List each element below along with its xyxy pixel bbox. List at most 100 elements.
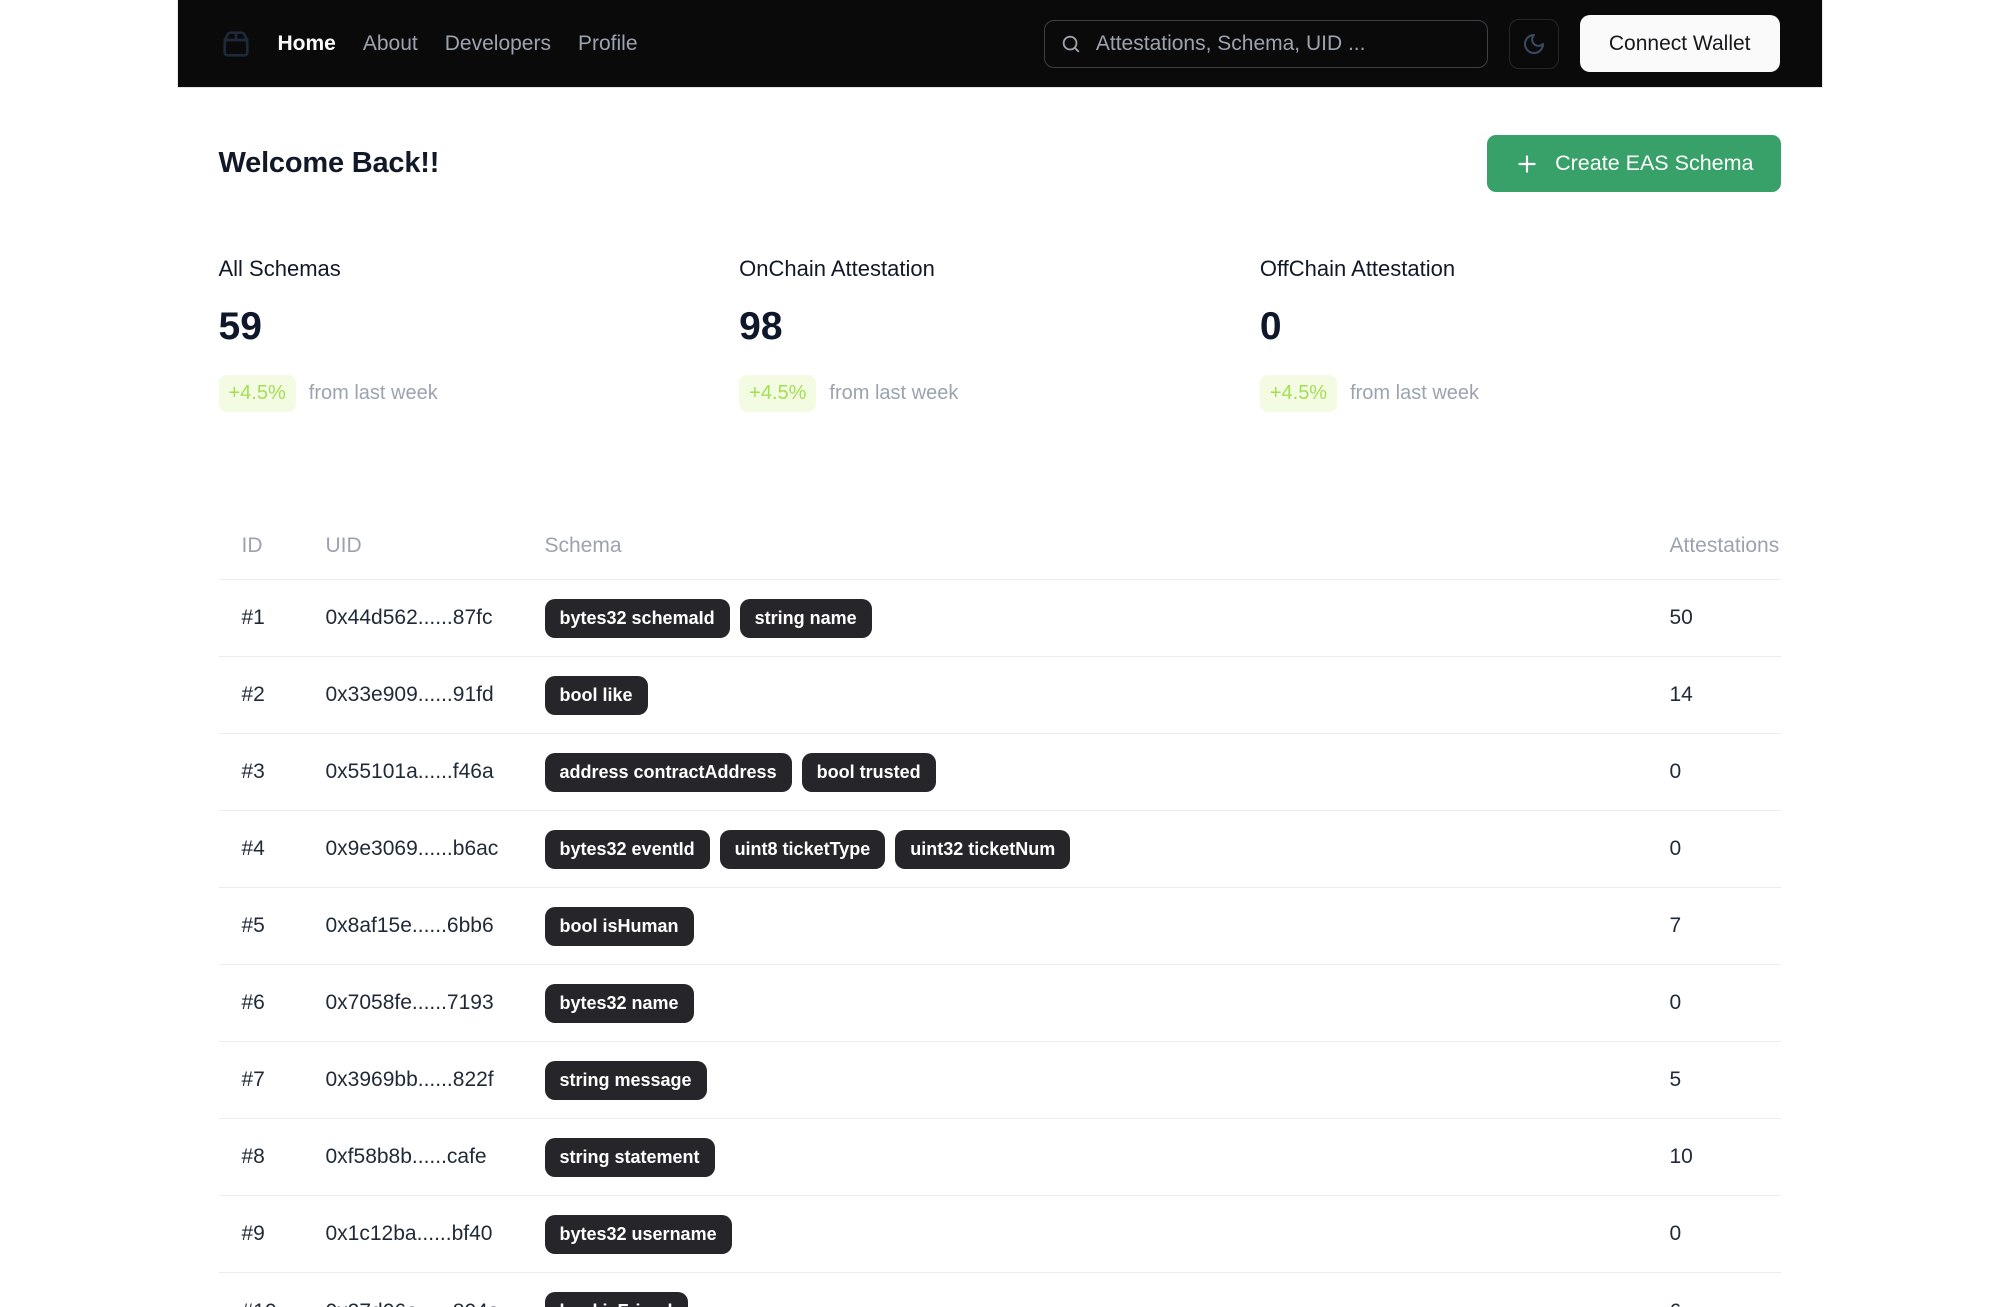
cell-schema: bytes32 username bbox=[544, 1214, 1670, 1254]
cell-schema: string message bbox=[544, 1060, 1670, 1100]
search-input[interactable] bbox=[1093, 30, 1472, 57]
cell-uid: 0x7058fe......7193 bbox=[325, 991, 494, 1014]
cell-attestations: 0 bbox=[1669, 991, 1682, 1014]
cell-id: #3 bbox=[241, 760, 265, 783]
schema-field-pill: bytes32 eventId bbox=[544, 829, 710, 869]
cell-attestations: 5 bbox=[1669, 1068, 1682, 1091]
column-header-uid: UID bbox=[325, 534, 362, 557]
theme-toggle-button[interactable] bbox=[1508, 18, 1559, 69]
stat-value: 98 bbox=[739, 305, 783, 348]
table-row[interactable]: #5 0x8af15e......6bb6 bool isHuman 7 bbox=[218, 888, 1781, 965]
nav-link-home[interactable]: Home bbox=[278, 32, 336, 56]
schema-field-pill: bytes32 name bbox=[544, 983, 694, 1023]
cell-schema: bytes32 name bbox=[544, 983, 1670, 1023]
navbar: Home About Developers Profile Connect Walle… bbox=[176, 0, 1823, 88]
nav-link-about[interactable]: About bbox=[363, 32, 418, 56]
cell-id: #1 bbox=[241, 606, 265, 629]
table-row[interactable]: #1 0x44d562......87fc bytes32 schemaId st… bbox=[218, 580, 1781, 657]
table-header-row: ID UID Schema Attestations bbox=[218, 534, 1781, 580]
schema-field-pill: uint32 ticketNum bbox=[895, 829, 1071, 869]
table-row[interactable]: #2 0x33e909......91fd bool like 14 bbox=[218, 657, 1781, 734]
search-icon bbox=[1062, 35, 1080, 52]
stat-card: OffChain Attestation 0 +4.5% from last w… bbox=[1259, 256, 1781, 412]
package-icon bbox=[220, 28, 252, 60]
nav-right: Connect Wallet bbox=[1043, 15, 1780, 72]
schema-field-pill: bool like bbox=[544, 675, 648, 715]
connect-wallet-button[interactable]: Connect Wallet bbox=[1579, 15, 1780, 72]
cell-id: #10 bbox=[242, 1300, 326, 1307]
table-row[interactable]: #3 0x55101a......f46a address contractAd… bbox=[218, 734, 1781, 811]
stat-delta-note: from last week bbox=[308, 382, 438, 404]
cell-id: #6 bbox=[241, 991, 265, 1014]
stat-delta-note: from last week bbox=[1350, 382, 1480, 404]
create-eas-schema-button[interactable]: Create EAS Schema bbox=[1487, 135, 1781, 192]
cell-schema: bool like bbox=[544, 675, 1670, 715]
stat-value: 59 bbox=[218, 305, 262, 348]
cell-id: #4 bbox=[241, 837, 265, 860]
page-title: Welcome Back!! bbox=[218, 147, 440, 179]
schema-field-pill: string message bbox=[544, 1060, 707, 1100]
cell-attestations: 0 bbox=[1669, 1222, 1682, 1245]
column-header-id: ID bbox=[241, 534, 263, 557]
cell-attestations: 0 bbox=[1669, 837, 1682, 860]
cell-id: #5 bbox=[241, 914, 265, 937]
cell-uid: 0x9e3069......b6ac bbox=[325, 837, 499, 860]
schema-field-pill: bytes32 username bbox=[544, 1214, 732, 1254]
table-row[interactable]: #9 0x1c12ba......bf40 bytes32 username 0 bbox=[218, 1196, 1781, 1273]
schema-field-pill: address contractAddress bbox=[544, 752, 792, 792]
stat-delta-note: from last week bbox=[829, 382, 959, 404]
stat-delta-row: +4.5% from last week bbox=[739, 375, 1260, 412]
nav-links: Home About Developers Profile bbox=[278, 32, 638, 56]
stat-delta-row: +4.5% from last week bbox=[1259, 375, 1781, 412]
cell-uid: 0x33e909......91fd bbox=[325, 683, 494, 706]
stat-delta-row: +4.5% from last week bbox=[218, 375, 740, 412]
stat-delta-badge: +4.5% bbox=[1259, 375, 1338, 412]
cell-id: #8 bbox=[241, 1145, 265, 1168]
cell-attestations: 14 bbox=[1669, 683, 1693, 706]
app-container: Home About Developers Profile Connect Walle… bbox=[176, 0, 1823, 1307]
table-row[interactable]: #6 0x7058fe......7193 bytes32 name 0 bbox=[218, 965, 1781, 1042]
nav-link-profile[interactable]: Profile bbox=[578, 32, 638, 56]
stat-card: All Schemas 59 +4.5% from last week bbox=[218, 256, 740, 412]
cell-uid: 0x55101a......f46a bbox=[325, 760, 494, 783]
table-row[interactable]: #8 0xf58b8b......cafe string statement 1… bbox=[218, 1119, 1781, 1196]
column-header-attestations: Attestations bbox=[1669, 534, 1780, 557]
plus-icon bbox=[1518, 154, 1536, 173]
cell-schema: bytes32 eventId uint8 ticketType uint32 ti… bbox=[544, 829, 1670, 869]
page-header: Welcome Back!! Create EAS Schema bbox=[219, 135, 1781, 192]
cell-schema: bytes32 schemaId string name bbox=[544, 598, 1670, 638]
schema-field-pill: bool isHuman bbox=[544, 906, 694, 946]
cell-schema: address contractAddress bool trusted bbox=[544, 752, 1670, 792]
table-body: #1 0x44d562......87fc bytes32 schemaId st… bbox=[218, 580, 1781, 1307]
search-box[interactable] bbox=[1043, 19, 1488, 68]
schema-table: ID UID Schema Attestations #1 0x44d562..… bbox=[218, 534, 1781, 1307]
stat-delta-badge: +4.5% bbox=[218, 375, 296, 412]
cell-id: #7 bbox=[241, 1068, 265, 1091]
stat-label: All Schemas bbox=[218, 256, 341, 281]
stats-grid: All Schemas 59 +4.5% from last week OnCh… bbox=[218, 256, 1781, 412]
stat-card: OnChain Attestation 98 +4.5% from last w… bbox=[739, 256, 1260, 412]
schema-field-pill: uint8 ticketType bbox=[719, 829, 886, 869]
cell-attestations: 50 bbox=[1669, 606, 1693, 629]
table-row[interactable]: #7 0x3969bb......822f string message 5 bbox=[218, 1042, 1781, 1119]
stat-delta-badge: +4.5% bbox=[739, 375, 817, 412]
schema-field-pill: string statement bbox=[544, 1137, 715, 1177]
moon-icon bbox=[1523, 33, 1544, 54]
stat-label: OffChain Attestation bbox=[1259, 256, 1456, 281]
table-row[interactable]: #4 0x9e3069......b6ac bytes32 eventId uin… bbox=[218, 811, 1781, 888]
schema-field-pill: string name bbox=[739, 598, 872, 638]
table-row[interactable]: #10 0x27d06e......804a bool isFriend 6 bbox=[219, 1273, 1781, 1307]
cell-uid: 0x44d562......87fc bbox=[325, 606, 493, 629]
cell-attestations: 6 bbox=[1670, 1300, 1781, 1307]
cell-uid: 0x3969bb......822f bbox=[325, 1068, 494, 1091]
create-eas-schema-label: Create EAS Schema bbox=[1555, 151, 1754, 175]
cell-schema: bool isHuman bbox=[544, 906, 1670, 946]
nav-link-developers[interactable]: Developers bbox=[445, 32, 551, 56]
stat-value: 0 bbox=[1259, 305, 1282, 348]
cell-schema: string statement bbox=[544, 1137, 1670, 1177]
cell-attestations: 0 bbox=[1669, 760, 1682, 783]
cell-uid: 0x1c12ba......bf40 bbox=[325, 1222, 493, 1245]
cell-uid: 0x27d06e......804a bbox=[326, 1300, 545, 1307]
column-header-schema: Schema bbox=[544, 534, 622, 557]
schema-field-pill: bool trusted bbox=[801, 752, 936, 792]
